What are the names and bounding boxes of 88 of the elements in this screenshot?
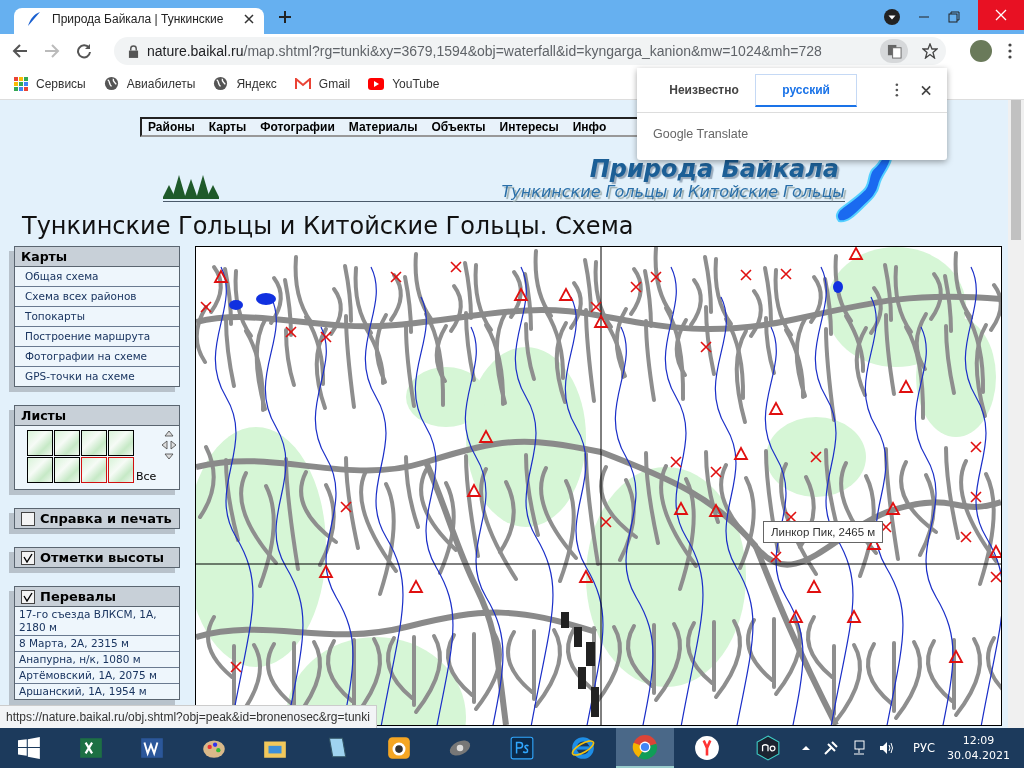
panel-title: Перевалы (40, 589, 117, 604)
pass-link[interactable]: Артёмовский, 1А, 2075 м (15, 668, 179, 684)
close-icon[interactable] (920, 84, 931, 96)
gmail-icon (294, 77, 311, 90)
map-sheet-thumbnail[interactable] (81, 430, 107, 456)
map-sheet-thumbnail[interactable] (81, 457, 107, 483)
bookmark-item[interactable]: YouTube (368, 76, 440, 91)
translate-icon[interactable] (880, 39, 908, 63)
sidebar-link[interactable]: Схема всех районов (15, 287, 179, 307)
tab-search-icon[interactable] (884, 9, 900, 25)
network-icon[interactable] (851, 740, 868, 756)
all-sheets-link[interactable]: Все (136, 470, 157, 483)
map-sheet-thumbnail[interactable] (27, 457, 53, 483)
language-tab[interactable]: русский (755, 73, 858, 107)
pan-arrows-icon[interactable] (161, 430, 177, 460)
more-options-icon[interactable] (895, 83, 899, 97)
map-tooltip: Линкор Пик, 2465 м (763, 521, 884, 543)
pass-link[interactable]: 8 Марта, 2А, 2315 м (15, 636, 179, 652)
toggle-label: Отметки высоты (40, 550, 164, 565)
volume-icon[interactable] (879, 740, 896, 756)
bookmark-item[interactable]: Яндекс (213, 76, 277, 91)
menu-link[interactable]: Интересы (499, 120, 559, 134)
translate-brand: Google Translate (652, 126, 750, 143)
restore-icon[interactable] (948, 11, 960, 23)
back-icon[interactable] (12, 43, 28, 59)
internet-explorer-icon (570, 735, 597, 761)
toggle-label: Справка и печать (40, 511, 172, 526)
globe-icon (213, 76, 229, 91)
map-sheet-thumbnail[interactable] (108, 430, 134, 456)
checkbox[interactable] (21, 511, 35, 526)
chrome-icon (632, 734, 658, 760)
site-title: Природа Байкала (589, 156, 839, 182)
menu-link[interactable]: Фотографии (260, 120, 335, 134)
sidebar-link[interactable]: Построение маршрута (15, 327, 179, 347)
satellite-icon[interactable] (823, 740, 840, 756)
map-sheet-thumbnail[interactable] (54, 457, 80, 483)
map-sheet-thumbnail[interactable] (27, 430, 53, 456)
address-bar[interactable]: nature.baikal.ru/map.shtml?rg=tunki&xy=3679,1594&obj=waterfall&id=kyngarga_kanion&mw=1024&mh=728 (114, 37, 946, 65)
camera-icon (385, 735, 412, 761)
menu-link[interactable]: Материалы (348, 120, 418, 134)
word-processor-icon (139, 735, 166, 761)
bookmark-star-icon[interactable] (922, 43, 938, 59)
clock[interactable]: 12:09 30.04.2021 (947, 733, 1010, 763)
close-tab-icon[interactable] (244, 14, 254, 24)
feather-icon (26, 11, 42, 27)
apps-grid-icon (14, 76, 28, 91)
yandex-browser-icon (693, 735, 720, 761)
menu-link[interactable]: Объекты (431, 120, 486, 134)
youtube-icon (368, 77, 385, 90)
status-url: https://nature.baikal.ru/obj.shtml?obj=peak&id=bronenosec&rg=tunki (0, 705, 377, 728)
page-heading: Тункинские Гольцы и Китойские Гольцы. Схема (22, 212, 635, 240)
bookmark-item[interactable]: Gmail (294, 76, 351, 91)
sidebar-link[interactable]: Топокарты (15, 307, 179, 327)
map-sheet-thumbnail[interactable] (54, 430, 80, 456)
checkbox[interactable] (21, 550, 35, 565)
windows-start-icon[interactable] (18, 737, 40, 759)
language-tab[interactable]: Неизвестно (653, 74, 756, 106)
new-tab-icon[interactable] (278, 10, 292, 24)
checkbox[interactable] (21, 589, 35, 604)
menu-link[interactable]: Районы (148, 120, 195, 134)
panel-title: Карты (15, 247, 179, 267)
menu-link[interactable]: Инфо (572, 120, 607, 134)
pass-link[interactable]: 17-го съезда ВЛКСМ, 1А, 2180 м (15, 607, 179, 636)
sidebar-link[interactable]: Фотографии на схеме (15, 347, 179, 367)
pass-link[interactable]: Аршанский, 1А, 1954 м (15, 684, 179, 699)
lock-icon (128, 44, 139, 58)
profile-avatar[interactable] (970, 40, 992, 62)
sidebar-link[interactable]: GPS-точки на схеме (15, 367, 179, 386)
spreadsheet-app-icon (77, 735, 104, 761)
bookmark-item[interactable]: Сервисы (14, 76, 86, 91)
bookmark-item[interactable]: Авиабилеты (103, 76, 196, 91)
menu-link[interactable]: Карты (208, 120, 247, 134)
emulator-icon (755, 735, 782, 761)
scrollbar[interactable] (1008, 100, 1024, 728)
globe-icon (103, 76, 119, 91)
pass-link[interactable]: Анапурна, н/к, 1080 м (15, 652, 179, 668)
site-subtitle: Тункинские Гольцы и Китойские Гольцы (501, 182, 845, 201)
reload-icon[interactable] (76, 43, 92, 59)
tab-title: Природа Байкала | Тункинские (52, 12, 225, 26)
panel-title: Листы (15, 406, 179, 426)
photoshop-icon (508, 735, 535, 761)
sidebar-link[interactable]: Общая схема (15, 267, 179, 287)
close-icon (995, 9, 1007, 21)
input-language[interactable]: РУС (913, 741, 935, 755)
map-sheet-thumbnail[interactable] (108, 457, 134, 483)
show-hidden-icons-icon[interactable] (801, 745, 812, 751)
menu-icon[interactable] (1008, 43, 1012, 59)
browser-tab[interactable]: Природа Байкала | Тункинские (14, 8, 264, 34)
